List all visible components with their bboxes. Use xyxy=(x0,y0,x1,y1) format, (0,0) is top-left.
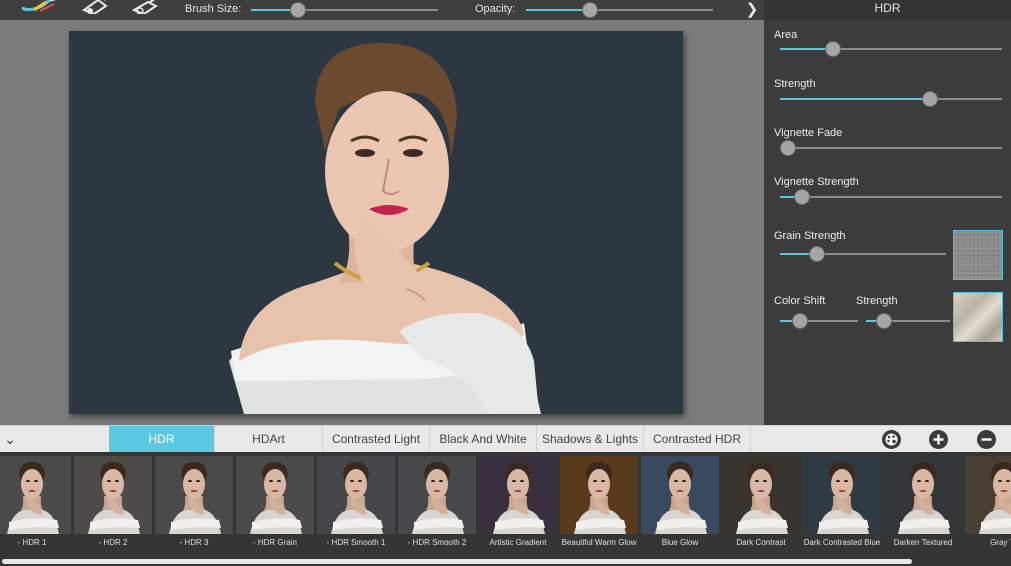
preset-thumbnail[interactable] xyxy=(560,456,638,534)
chevron-down-icon[interactable]: ⌄ xyxy=(2,428,18,450)
brush-size-slider[interactable] xyxy=(251,2,438,18)
area-knob[interactable] xyxy=(825,41,841,57)
preset-label: - HDR Grain xyxy=(252,538,297,547)
preset-label: - HDR Smooth 2 xyxy=(407,538,467,547)
preset-item[interactable]: Dark Contrast xyxy=(722,456,800,556)
preset-item[interactable]: Beautiful Warm Glow xyxy=(560,456,638,556)
palette-button[interactable] xyxy=(882,430,901,449)
preset-label: Dark Contrasted Blue xyxy=(803,538,881,547)
strength-label: Strength xyxy=(774,78,816,90)
strength-fill xyxy=(780,98,930,100)
preset-label: - HDR 3 xyxy=(179,538,209,547)
preset-thumbnail[interactable] xyxy=(803,456,881,534)
opacity-knob[interactable] xyxy=(582,2,598,18)
add-preset-button[interactable] xyxy=(929,430,948,449)
grain-strength-label: Grain Strength xyxy=(774,230,846,242)
color-texture-swatch[interactable] xyxy=(953,292,1003,342)
grain-strength-knob[interactable] xyxy=(809,246,825,262)
preset-thumbnail[interactable] xyxy=(398,456,476,534)
preset-label: Beautiful Warm Glow xyxy=(561,538,637,547)
preset-item[interactable]: Dark Contrasted Blue xyxy=(803,456,881,556)
filmstrip-scroll-thumb[interactable] xyxy=(2,559,912,564)
preset-thumbnail[interactable] xyxy=(641,456,719,534)
preset-thumbnail[interactable] xyxy=(0,456,71,534)
tab-hdr[interactable]: HDR xyxy=(109,426,215,453)
photo-canvas[interactable] xyxy=(69,31,683,414)
brush-size-label: Brush Size: xyxy=(185,3,242,15)
grain-texture-swatch[interactable] xyxy=(953,230,1003,280)
canvas-area xyxy=(0,20,764,425)
opacity-label: Opacity: xyxy=(475,3,516,15)
settings-panel: HDR Area Strength Vignette Fade Vignette… xyxy=(764,0,1011,425)
preset-thumbnail[interactable] xyxy=(236,456,314,534)
preset-thumbnail[interactable] xyxy=(722,456,800,534)
preset-label: Gray To xyxy=(990,538,1011,547)
preset-item[interactable]: Gray To xyxy=(965,456,1011,556)
color-strength-label: Strength xyxy=(856,295,898,307)
area-slider[interactable] xyxy=(780,41,1002,57)
preset-thumbnail[interactable] xyxy=(317,456,395,534)
strength-knob[interactable] xyxy=(922,91,938,107)
preset-filmstrip: - HDR 1 - HDR 2 - HDR 3 - HDR Grain - HD… xyxy=(0,452,1011,566)
preset-thumbnail[interactable] xyxy=(479,456,557,534)
preset-thumbnail[interactable] xyxy=(965,456,1011,534)
preset-item[interactable]: Artistic Gradient xyxy=(479,456,557,556)
vignette-strength-knob[interactable] xyxy=(794,189,810,205)
remove-preset-button[interactable] xyxy=(977,430,996,449)
brush-size-knob[interactable] xyxy=(290,2,306,18)
color-strength-slider[interactable] xyxy=(866,313,950,329)
tab-hdart[interactable]: HDArt xyxy=(215,426,323,453)
preset-item[interactable]: - HDR Grain xyxy=(236,456,314,556)
plus-icon xyxy=(933,434,944,445)
strength-slider[interactable] xyxy=(780,91,1002,107)
preset-thumbnail[interactable] xyxy=(155,456,233,534)
preset-item[interactable]: Darken Textured xyxy=(884,456,962,556)
preset-item[interactable]: - HDR 2 xyxy=(74,456,152,556)
tab-contrasted-hdr[interactable]: Contrasted HDR xyxy=(644,426,751,453)
preset-thumbnail[interactable] xyxy=(884,456,962,534)
color-shift-label: Color Shift xyxy=(774,295,826,307)
opacity-fill xyxy=(526,9,590,11)
preset-label: - HDR 2 xyxy=(98,538,128,547)
preset-label: Darken Textured xyxy=(893,538,953,547)
brush-tool-icon[interactable] xyxy=(20,0,70,14)
filmstrip-scrollbar[interactable] xyxy=(0,556,1011,566)
preset-label: Dark Contrast xyxy=(736,538,786,547)
preset-item[interactable]: - HDR Smooth 1 xyxy=(317,456,395,556)
vignette-fade-label: Vignette Fade xyxy=(774,127,843,139)
minus-icon xyxy=(981,438,992,441)
area-label: Area xyxy=(774,29,798,41)
top-toolbar: Brush Size: Opacity: ❯ xyxy=(0,0,764,20)
vignette-strength-slider[interactable] xyxy=(780,189,1002,205)
hand-tool-icon[interactable] xyxy=(130,0,164,14)
preset-item[interactable]: - HDR 3 xyxy=(155,456,233,556)
preset-label: - HDR 1 xyxy=(17,538,47,547)
chevron-right-icon[interactable]: ❯ xyxy=(744,0,760,20)
tool-group xyxy=(20,0,170,16)
preset-label: Blue Glow xyxy=(661,538,699,547)
preset-thumbnail[interactable] xyxy=(74,456,152,534)
vignette-fade-slider[interactable] xyxy=(780,140,1002,156)
preset-label: - HDR Smooth 1 xyxy=(326,538,386,547)
vignette-fade-knob[interactable] xyxy=(780,140,796,156)
eraser-tool-icon[interactable] xyxy=(80,0,114,14)
preset-label: Artistic Gradient xyxy=(489,538,547,547)
hdr-photo-editor: Brush Size: Opacity: ❯ HDR Area Strength… xyxy=(0,0,1011,566)
preset-item[interactable]: - HDR Smooth 2 xyxy=(398,456,476,556)
panel-title: HDR xyxy=(764,0,1011,20)
color-shift-slider[interactable] xyxy=(780,313,858,329)
preset-item[interactable]: Blue Glow xyxy=(641,456,719,556)
tab-black-and-white[interactable]: Black And White xyxy=(430,426,537,453)
color-shift-knob[interactable] xyxy=(792,313,808,329)
opacity-slider[interactable] xyxy=(526,2,713,18)
vignette-strength-label: Vignette Strength xyxy=(774,176,859,188)
tab-contrasted-light[interactable]: Contrasted Light xyxy=(323,426,430,453)
tab-shadows-and-lights[interactable]: Shadows & Lights xyxy=(537,426,644,453)
portrait-photo xyxy=(69,31,683,414)
color-strength-knob[interactable] xyxy=(876,313,892,329)
preset-item[interactable]: - HDR 1 xyxy=(0,456,71,556)
palette-icon xyxy=(885,433,898,446)
grain-strength-slider[interactable] xyxy=(780,246,946,262)
preset-tab-bar: ⌄ HDR HDArt Contrasted Light Black And W… xyxy=(0,425,1011,453)
